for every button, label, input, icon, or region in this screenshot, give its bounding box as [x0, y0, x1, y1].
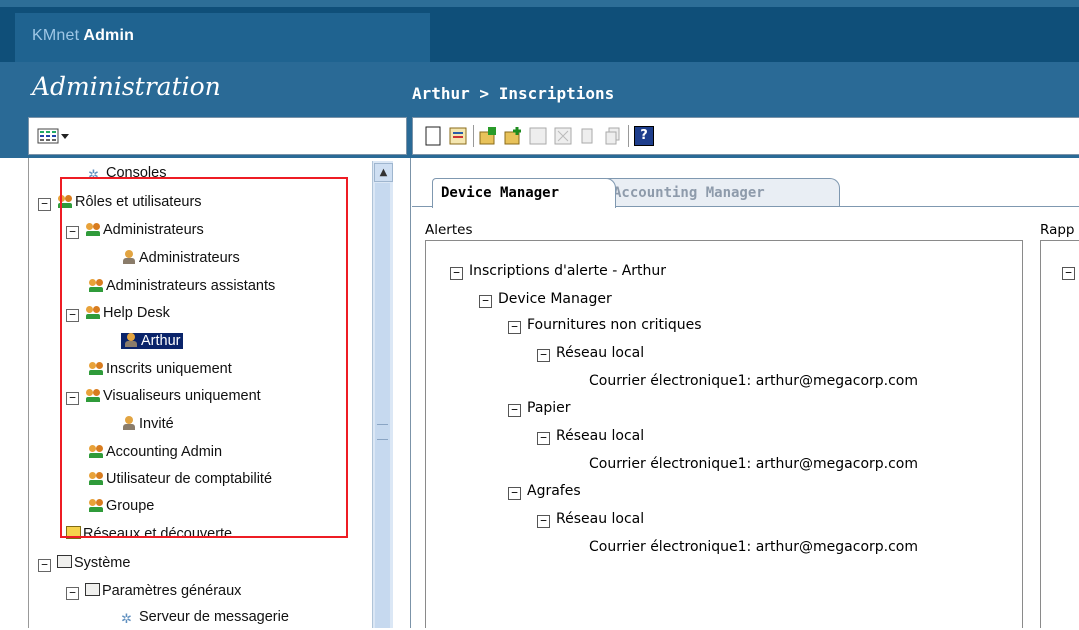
logo-kmnet: KMnet: [32, 27, 80, 44]
alert-group-label: Agrafes: [527, 483, 581, 499]
properties-icon[interactable]: [448, 126, 468, 146]
collapse-icon[interactable]: −: [66, 587, 79, 600]
alert-network[interactable]: − Réseau local: [537, 342, 644, 364]
gear-icon: ✲: [88, 167, 99, 182]
gear-icon: ✲: [121, 611, 132, 626]
alert-manager-label: Device Manager: [498, 291, 612, 307]
alert-network-label: Réseau local: [556, 511, 645, 527]
collapse-icon[interactable]: −: [537, 432, 550, 445]
main-toolbar: ?: [412, 117, 1079, 155]
toolbar-separator: [473, 125, 474, 147]
collapse-icon[interactable]: −: [537, 515, 550, 528]
reports-panel: [1040, 240, 1079, 628]
collapse-icon[interactable]: −: [508, 321, 521, 334]
alert-email: Courrier électronique1: arthur@megacorp.…: [589, 456, 919, 472]
delete-disabled-icon[interactable]: [553, 126, 573, 146]
alerts-section-label: Alertes: [425, 222, 473, 238]
tree-item-label: Paramètres généraux: [102, 583, 242, 599]
edit-disabled-icon[interactable]: [528, 126, 548, 146]
dropdown-arrow-icon: [61, 134, 69, 139]
alert-network-label: Réseau local: [556, 345, 645, 361]
alert-root-label: Inscriptions d'alerte - Arthur: [469, 263, 667, 279]
tree-item-systeme[interactable]: − Système: [38, 552, 130, 574]
tree-item-serveur-messagerie[interactable]: ✲ Serveur de messagerie: [121, 606, 289, 628]
alert-email: Courrier électronique1: arthur@megacorp.…: [589, 373, 919, 389]
tree-item-label: Serveur de messagerie: [139, 609, 289, 625]
reports-section-label: Rapp: [1040, 222, 1075, 238]
collapse-icon[interactable]: −: [479, 295, 492, 308]
collapse-icon[interactable]: −: [508, 404, 521, 417]
alert-group[interactable]: − Agrafes: [508, 480, 581, 502]
alert-network[interactable]: − Réseau local: [537, 425, 644, 447]
alert-group-label: Fournitures non critiques: [527, 317, 702, 333]
copy-disabled-icon[interactable]: [603, 126, 623, 146]
view-grid-icon: [37, 128, 59, 144]
app-logo: KMnet Admin: [32, 27, 134, 45]
view-options-button[interactable]: [37, 125, 81, 147]
alert-group-label: Papier: [527, 400, 571, 416]
help-icon[interactable]: ?: [634, 126, 654, 146]
page-title: Arthur > Inscriptions: [412, 84, 615, 103]
folder-icon: [85, 583, 100, 596]
tab-accounting-manager[interactable]: Accounting Manager: [604, 178, 840, 207]
tree-item-label: Système: [74, 555, 131, 571]
collapse-icon[interactable]: −: [38, 559, 51, 572]
collapse-icon[interactable]: −: [450, 267, 463, 280]
scroll-thumb[interactable]: [375, 183, 390, 628]
scroll-up-icon[interactable]: ▲: [374, 163, 393, 182]
add-subscription-icon[interactable]: [478, 126, 498, 146]
move-disabled-icon[interactable]: [578, 126, 598, 146]
highlight-box: [60, 177, 348, 538]
logo-admin: Admin: [83, 27, 135, 44]
alert-group[interactable]: − Fournitures non critiques: [508, 314, 702, 336]
new-document-icon[interactable]: [423, 126, 443, 146]
collapse-icon[interactable]: −: [508, 487, 521, 500]
top-strip: [0, 0, 1079, 7]
alert-network-label: Réseau local: [556, 428, 645, 444]
tree-toolbar: [28, 117, 407, 155]
tab-device-manager[interactable]: Device Manager: [432, 178, 616, 208]
alert-manager[interactable]: − Device Manager: [479, 288, 612, 310]
alert-network[interactable]: − Réseau local: [537, 508, 644, 530]
collapse-icon[interactable]: −: [38, 198, 51, 211]
add-alert-icon[interactable]: [503, 126, 523, 146]
reports-collapse-icon[interactable]: −: [1062, 260, 1079, 282]
alert-root[interactable]: − Inscriptions d'alerte - Arthur: [450, 260, 666, 282]
tree-scrollbar[interactable]: ▲: [372, 161, 393, 628]
toolbar-separator: [628, 125, 629, 147]
alert-email: Courrier électronique1: arthur@megacorp.…: [589, 539, 919, 555]
collapse-icon[interactable]: −: [1062, 267, 1075, 280]
collapse-icon[interactable]: −: [537, 349, 550, 362]
folder-icon: [57, 555, 72, 568]
admin-title: Administration: [32, 72, 221, 101]
tree-item-parametres[interactable]: − Paramètres généraux: [66, 580, 241, 602]
alert-group[interactable]: − Papier: [508, 397, 571, 419]
scroll-grip-icon: [377, 424, 388, 440]
